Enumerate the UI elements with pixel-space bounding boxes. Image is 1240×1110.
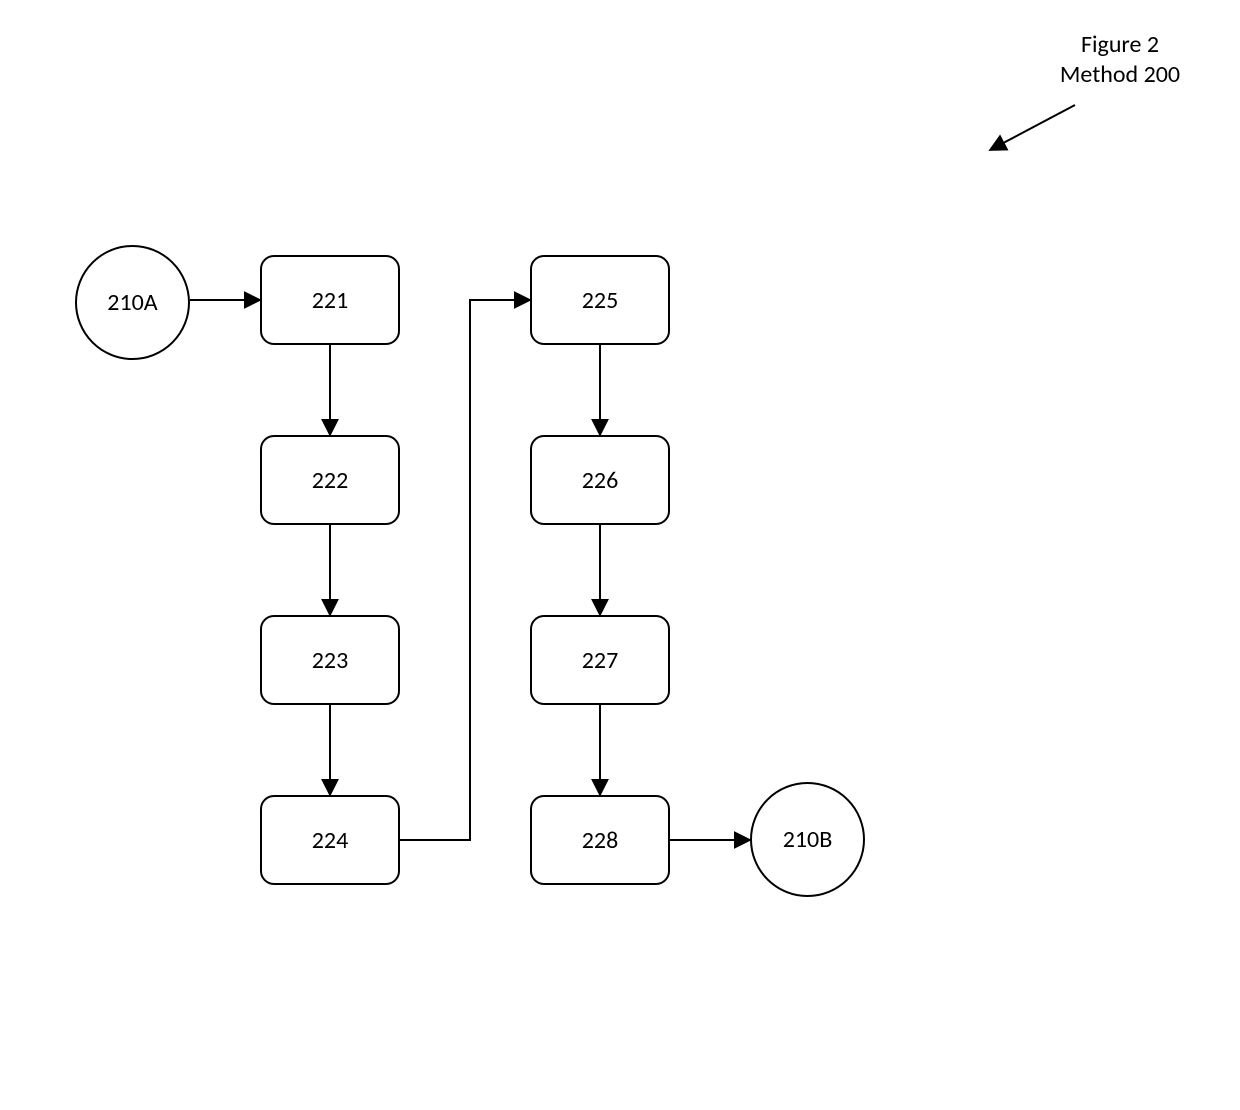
figure-label: Figure 2 <box>1020 30 1220 60</box>
end-node-210B: 210B <box>750 782 865 897</box>
step-228-label: 228 <box>582 826 619 855</box>
diagram-canvas: Figure 2 Method 200 210A <box>0 0 1240 1110</box>
step-223: 223 <box>260 615 400 705</box>
step-225-label: 225 <box>582 286 619 315</box>
step-224: 224 <box>260 795 400 885</box>
step-228: 228 <box>530 795 670 885</box>
step-226: 226 <box>530 435 670 525</box>
step-225: 225 <box>530 255 670 345</box>
figure-title-block: Figure 2 Method 200 <box>1020 30 1220 90</box>
step-221: 221 <box>260 255 400 345</box>
step-226-label: 226 <box>582 466 619 495</box>
step-224-label: 224 <box>312 826 349 855</box>
title-reference-arrow <box>990 105 1075 150</box>
start-node-label: 210A <box>107 288 157 317</box>
step-223-label: 223 <box>312 646 349 675</box>
step-227: 227 <box>530 615 670 705</box>
step-221-label: 221 <box>312 286 349 315</box>
step-227-label: 227 <box>582 646 619 675</box>
edges-layer <box>0 0 1240 1110</box>
step-222: 222 <box>260 435 400 525</box>
edge-224-225 <box>400 300 530 840</box>
start-node-210A: 210A <box>75 245 190 360</box>
method-label: Method 200 <box>1020 60 1220 90</box>
end-node-label: 210B <box>783 825 833 854</box>
step-222-label: 222 <box>312 466 349 495</box>
